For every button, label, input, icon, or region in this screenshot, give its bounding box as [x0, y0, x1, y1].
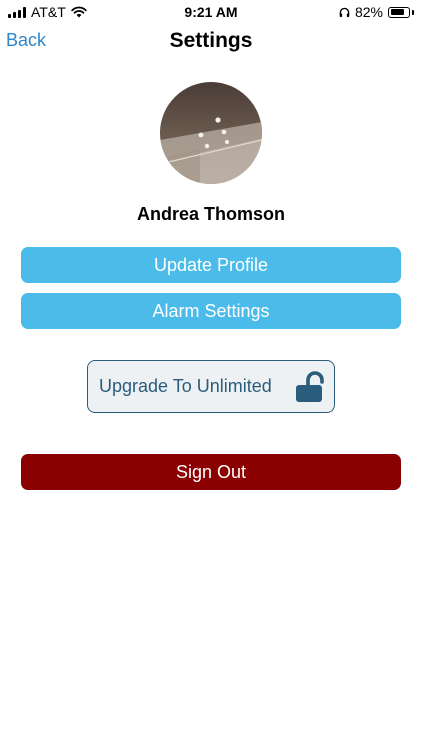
profile-photo: [160, 82, 262, 184]
status-right: 82%: [339, 4, 414, 20]
battery-icon: [388, 6, 410, 18]
battery-cap: [412, 9, 414, 15]
avatar: [160, 82, 262, 184]
battery-fill: [390, 9, 405, 15]
headphones-icon: [339, 7, 350, 17]
user-name: Andrea Thomson: [136, 204, 285, 224]
page-title: Settings: [169, 29, 253, 52]
upgrade-button[interactable]: Upgrade To Unlimited: [87, 360, 335, 413]
sign-out-button[interactable]: Sign Out: [21, 454, 401, 490]
alarm-settings-button[interactable]: Alarm Settings: [21, 293, 401, 329]
battery-percent: 82%: [354, 4, 383, 20]
upgrade-label: Upgrade To Unlimited: [99, 376, 272, 396]
status-bar: AT&T 9:21 AM 82%: [0, 0, 422, 24]
unlocked-padlock-icon: [296, 371, 324, 402]
update-profile-button[interactable]: Update Profile: [21, 247, 401, 283]
